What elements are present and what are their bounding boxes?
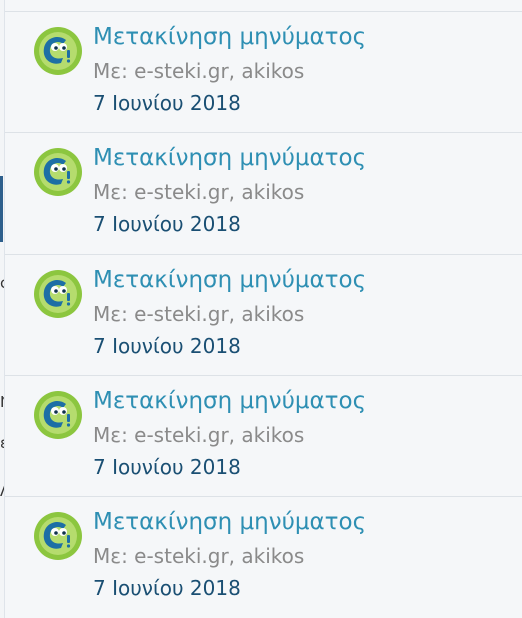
notification-participants: Με: e-steki.gr, akikos — [93, 302, 305, 326]
page: c Ŋ ε Λ Μετακίνηση μηνύματος Με: e-steki… — [0, 0, 522, 618]
underlying-page-bar — [0, 176, 3, 242]
esteki-logo-icon — [33, 390, 83, 440]
esteki-logo-icon — [33, 269, 83, 319]
notification-title[interactable]: Μετακίνηση μηνύματος — [93, 22, 366, 52]
esteki-logo-icon — [33, 511, 83, 561]
notification-item[interactable]: Μετακίνηση μηνύματος Με: e-steki.gr, aki… — [5, 496, 522, 617]
notification-item[interactable]: Μετακίνηση μηνύματος Με: e-steki.gr, aki… — [5, 11, 522, 132]
notification-participants: Με: e-steki.gr, akikos — [93, 423, 305, 447]
notification-title[interactable]: Μετακίνηση μηνύματος — [93, 143, 366, 173]
notification-date: 7 Ιουνίου 2018 — [93, 334, 241, 358]
notification-list: Μετακίνηση μηνύματος Με: e-steki.gr, aki… — [4, 0, 522, 618]
notification-date: 7 Ιουνίου 2018 — [93, 91, 241, 115]
notification-item[interactable]: Μετακίνηση μηνύματος Με: e-steki.gr, aki… — [5, 375, 522, 496]
notification-participants: Με: e-steki.gr, akikos — [93, 544, 305, 568]
notification-date: 7 Ιουνίου 2018 — [93, 212, 241, 236]
notification-title[interactable]: Μετακίνηση μηνύματος — [93, 265, 366, 295]
notification-participants: Με: e-steki.gr, akikos — [93, 59, 305, 83]
notification-title[interactable]: Μετακίνηση μηνύματος — [93, 507, 366, 537]
notification-item[interactable]: Μετακίνηση μηνύματος Με: e-steki.gr, aki… — [5, 254, 522, 375]
esteki-logo-icon — [33, 147, 83, 197]
notification-date: 7 Ιουνίου 2018 — [93, 576, 241, 600]
esteki-logo-icon — [33, 26, 83, 76]
notification-date: 7 Ιουνίου 2018 — [93, 455, 241, 479]
notification-title[interactable]: Μετακίνηση μηνύματος — [93, 386, 366, 416]
notification-participants: Με: e-steki.gr, akikos — [93, 180, 305, 204]
notification-item[interactable]: Μετακίνηση μηνύματος Με: e-steki.gr, aki… — [5, 132, 522, 253]
